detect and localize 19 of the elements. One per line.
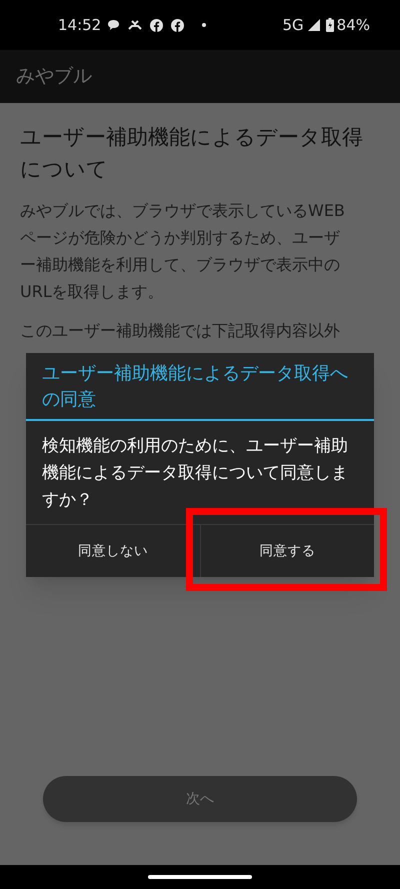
facebook-icon (150, 18, 164, 32)
battery-level: 84% (336, 14, 370, 36)
dialog-button[interactable]: 同意しない (26, 525, 200, 577)
page-title: ユーザー補助機能によるデータ取得について (20, 124, 364, 183)
home-indicator[interactable] (148, 875, 252, 879)
dialog-message: 検知機能の利用のために、ユーザー補助機能によるデータ取得について同意しますか？ (41, 435, 349, 512)
body-paragraph: みやブルでは、ブラウザで表示しているWEBページが危険かどうか判別するため、ユーザー補助機能を利用して、ブラウザで表示中のURLを取得します。 (20, 200, 346, 303)
status-time: 14:52 (58, 14, 102, 36)
dialog-title: ユーザー補助機能によるデータ取得への同意 (41, 362, 349, 412)
facebook-icon (171, 18, 184, 32)
battery-icon (326, 18, 334, 32)
dialog-button[interactable]: 同意する (200, 525, 374, 577)
dot-icon (202, 23, 206, 27)
app-title: みやブル (16, 64, 92, 90)
chat-icon (107, 19, 120, 31)
body-paragraph: このユーザー補助機能では下記取得内容以外 (20, 320, 341, 342)
network-type: 5G (282, 14, 304, 36)
signal-icon (308, 19, 320, 31)
phone-missed-icon (128, 19, 142, 31)
